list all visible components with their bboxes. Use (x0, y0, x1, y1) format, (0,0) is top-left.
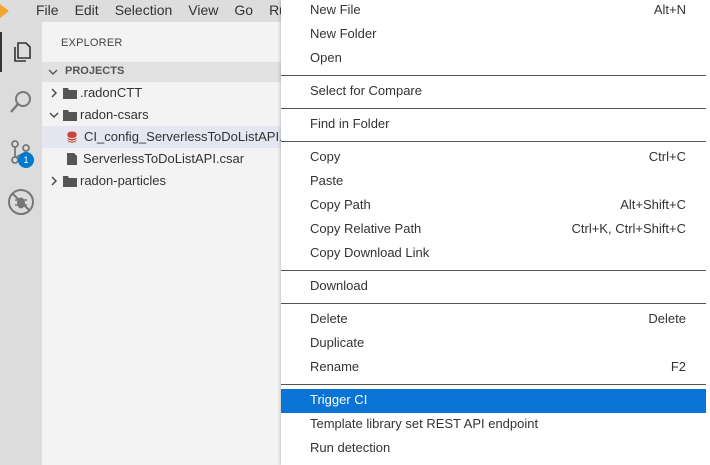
menu-separator (281, 384, 706, 385)
source-control-activity-button[interactable]: 1 (0, 132, 42, 172)
debug-activity-button[interactable] (0, 182, 42, 222)
menu-separator (281, 108, 706, 109)
debug-icon (8, 189, 34, 215)
menu-item-new-file[interactable]: New File Alt+N (281, 0, 706, 23)
menu-item-label: Paste (310, 173, 344, 188)
menu-item-template-library-endpoint[interactable]: Template library set REST API endpoint (281, 413, 706, 437)
menu-item-paste[interactable]: Paste (281, 170, 706, 194)
source-control-badge: 1 (18, 152, 34, 168)
menu-item-new-folder[interactable]: New Folder (281, 23, 706, 47)
menu-item-label: Copy Path (310, 197, 371, 212)
menu-selection[interactable]: Selection (107, 0, 181, 22)
folder-icon (63, 110, 77, 121)
menu-item-shortcut: F2 (670, 359, 686, 374)
menu-item-open[interactable]: Open (281, 47, 706, 71)
menu-item-label: Copy Relative Path (310, 221, 422, 236)
menu-item-label: Duplicate (310, 335, 365, 350)
chevron-right-icon (51, 176, 57, 186)
chevron-right-icon (51, 88, 57, 98)
menu-item-label: New Folder (310, 26, 377, 41)
menu-item-delete[interactable]: Delete Delete (281, 308, 706, 332)
menu-separator (281, 75, 706, 76)
menu-item-label: Run detection (310, 440, 391, 455)
menu-item-copy-relative-path[interactable]: Copy Relative Path Ctrl+K, Ctrl+Shift+C (281, 218, 706, 242)
context-menu: New File Alt+N New Folder Open Select fo… (281, 0, 710, 465)
explorer-activity-button[interactable] (0, 32, 42, 72)
search-activity-button[interactable] (0, 82, 42, 122)
menu-separator (281, 270, 706, 271)
menu-item-label: Template library set REST API endpoint (310, 416, 539, 431)
menu-separator (281, 303, 706, 304)
menu-item-duplicate[interactable]: Duplicate (281, 332, 706, 356)
menu-item-rename[interactable]: Rename F2 (281, 356, 706, 380)
menu-item-label: New File (310, 2, 361, 17)
menu-item-find-in-folder[interactable]: Find in Folder (281, 113, 706, 137)
menu-file[interactable]: File (28, 0, 67, 22)
menu-go[interactable]: Go (226, 0, 261, 22)
file-icon (67, 153, 77, 165)
tree-item-label: radon-csars (80, 107, 149, 122)
explorer-title: EXPLORER (61, 37, 123, 49)
menu-item-trigger-ci[interactable]: Trigger CI (281, 389, 706, 413)
menu-item-copy-download-link[interactable]: Copy Download Link (281, 242, 706, 266)
menu-separator (281, 141, 706, 142)
menu-item-select-for-compare[interactable]: Select for Compare (281, 80, 706, 104)
projects-section-label: PROJECTS (65, 65, 125, 77)
menu-item-label: Trigger CI (310, 392, 368, 407)
folder-icon (63, 176, 77, 187)
menu-item-label: Rename (310, 359, 360, 374)
menu-item-run-detection[interactable]: Run detection (281, 437, 706, 461)
folder-icon (63, 88, 77, 99)
menu-item-shortcut: Ctrl+C (648, 149, 686, 164)
files-icon (14, 42, 31, 62)
menu-view[interactable]: View (180, 0, 226, 22)
tree-item-label: radon-particles (80, 173, 166, 188)
tree-item-label: CI_config_ServerlessToDoListAPI. (84, 129, 283, 144)
menu-item-label: Select for Compare (310, 83, 422, 98)
menu-item-label: Delete (310, 311, 348, 326)
menu-item-label: Open (310, 50, 342, 65)
menu-item-download[interactable]: Download (281, 275, 706, 299)
menu-item-label: Copy (310, 149, 341, 164)
app-logo-icon (0, 0, 22, 22)
menu-edit[interactable]: Edit (67, 0, 107, 22)
activity-bar: 1 (0, 22, 42, 465)
tree-item-label: .radonCTT (80, 85, 143, 100)
chevron-down-icon (48, 69, 58, 75)
menu-item-label: Find in Folder (310, 116, 390, 131)
menu-item-shortcut: Alt+N (653, 2, 686, 17)
menu-item-label: Download (310, 278, 368, 293)
menu-item-label: Copy Download Link (310, 245, 430, 260)
menu-item-shortcut: Ctrl+K, Ctrl+Shift+C (571, 221, 686, 236)
menu-item-shortcut: Alt+Shift+C (620, 197, 686, 212)
database-file-icon (67, 131, 77, 143)
chevron-down-icon (49, 112, 59, 118)
tree-item-label: ServerlessToDoListAPI.csar (83, 151, 245, 166)
menu-item-shortcut: Delete (648, 311, 686, 326)
menu-bar: File Edit Selection View Go Run (28, 0, 303, 22)
menu-item-copy-path[interactable]: Copy Path Alt+Shift+C (281, 194, 706, 218)
menu-item-copy[interactable]: Copy Ctrl+C (281, 146, 706, 170)
search-icon (10, 91, 31, 113)
